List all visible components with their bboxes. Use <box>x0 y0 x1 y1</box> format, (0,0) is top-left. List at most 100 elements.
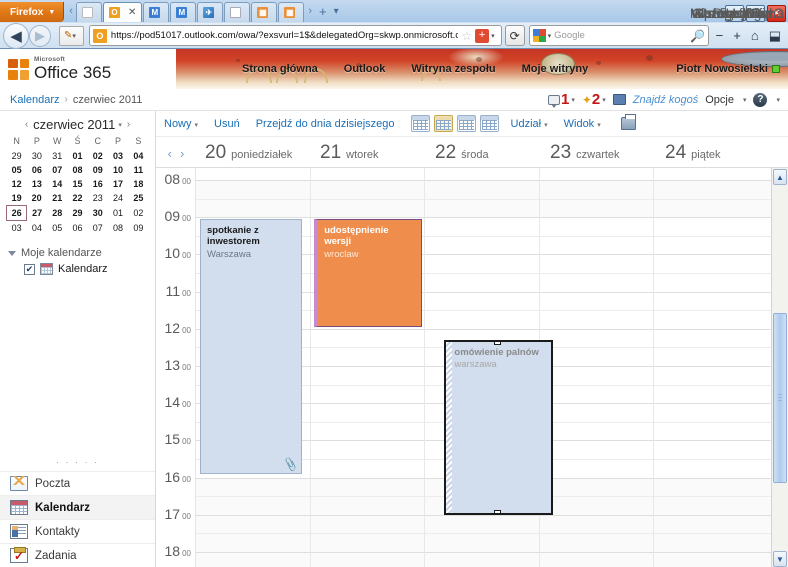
mini-calendar-day[interactable]: 02 <box>88 149 108 163</box>
calendar-appointment[interactable]: spotkanie z inwestorem Warszawa 📎 <box>200 219 303 474</box>
mini-calendar-day[interactable]: 25 <box>128 191 148 206</box>
banner-link-my-sites[interactable]: Moje witryny <box>522 63 589 75</box>
resize-handle-top[interactable] <box>494 341 502 345</box>
mini-calendar-day[interactable]: 06 <box>67 221 87 236</box>
day-view-button[interactable] <box>410 115 430 132</box>
scroll-down-button[interactable]: ▼ <box>773 551 787 567</box>
url-bar[interactable]: O https://pod51017.outlook.com/owa/?exsv… <box>88 25 502 46</box>
find-someone-input[interactable]: Znajdź kogoś <box>633 94 698 106</box>
forward-button[interactable]: ▶ <box>29 24 51 47</box>
mini-calendar-day[interactable]: 23 <box>88 191 108 206</box>
chevron-down-icon[interactable]: ▾ <box>602 96 606 104</box>
scrollbar-thumb[interactable] <box>773 313 787 483</box>
mini-calendar-day[interactable]: 15 <box>67 177 87 191</box>
search-bar[interactable]: ▾ Google 🔍 <box>528 25 709 46</box>
firefox-menu-button[interactable]: Firefox ▼ <box>0 2 65 22</box>
month-view-button[interactable] <box>479 115 499 132</box>
next-period-icon[interactable]: › <box>180 146 184 161</box>
mini-calendar-day[interactable]: 29 <box>67 206 87 221</box>
view-menu[interactable]: Widok ▾ <box>564 118 601 130</box>
banner-link-outlook[interactable]: Outlook <box>344 63 386 75</box>
mini-calendar-day[interactable]: 07 <box>47 163 67 177</box>
chevron-down-icon[interactable]: ▾ <box>743 96 747 104</box>
mini-cal-next-month-icon[interactable]: › <box>122 119 135 130</box>
sidebar-item-calendar[interactable]: Kalendarz <box>0 495 155 519</box>
expand-triangle-icon[interactable] <box>8 250 16 256</box>
resize-handle-bottom[interactable] <box>494 509 502 513</box>
workweek-view-button[interactable] <box>433 115 453 132</box>
nav-resize-dots[interactable]: · · · · · <box>0 454 155 471</box>
mini-calendar-day[interactable]: 22 <box>67 191 87 206</box>
reload-button[interactable]: ⟳ <box>504 25 525 46</box>
bookmark-star-icon[interactable]: ☆ <box>461 29 472 43</box>
browser-tab[interactable]: ▦ Konfigurowa... <box>251 2 784 22</box>
downloads-button[interactable]: ⬓ <box>765 28 785 44</box>
options-menu[interactable]: Opcje <box>705 94 734 106</box>
mini-calendar-day[interactable]: 29 <box>7 149 27 163</box>
mini-calendar-day[interactable]: 28 <box>47 206 67 221</box>
delete-button[interactable]: Usuń <box>214 118 240 130</box>
search-icon[interactable]: 🔍 <box>690 29 705 43</box>
mini-calendar-day[interactable]: 14 <box>47 177 67 191</box>
mini-calendar-day[interactable]: 31 <box>47 149 67 163</box>
chevron-down-icon[interactable]: ▾ <box>548 32 552 40</box>
mini-calendar-day[interactable]: 19 <box>7 191 27 206</box>
mini-calendar-day[interactable]: 01 <box>67 149 87 163</box>
sidebar-item-tasks[interactable]: Zadania <box>0 543 155 567</box>
mini-calendar-day[interactable]: 16 <box>88 177 108 191</box>
mini-calendar-day[interactable]: 27 <box>27 206 47 221</box>
mini-calendar-day[interactable]: 07 <box>88 221 108 236</box>
mini-calendar-day[interactable]: 08 <box>108 221 128 236</box>
sidebar-item-contacts[interactable]: Kontakty <box>0 519 155 543</box>
home-button[interactable]: ⌂ <box>747 28 763 43</box>
chevron-down-icon[interactable]: ▾ <box>491 32 495 40</box>
browser-tab[interactable]: ✈ Microsoft Onl... <box>197 2 784 22</box>
help-icon[interactable]: ? <box>753 92 768 107</box>
new-tab-button[interactable]: + <box>315 4 331 19</box>
calendar-group-my-calendars[interactable]: Moje kalendarze <box>8 247 155 259</box>
notifications-button[interactable]: ✦ 2 ▾ <box>582 91 606 108</box>
mini-calendar-day[interactable]: 10 <box>108 163 128 177</box>
user-name-menu[interactable]: Piotr Nowosielski <box>676 63 780 75</box>
calendar-appointment[interactable]: omówienie palnów warszawa <box>444 339 553 515</box>
browser-tab[interactable]: ▤ Strona główna <box>224 2 784 22</box>
mini-calendar-day[interactable]: 24 <box>108 191 128 206</box>
mini-calendar-day[interactable]: 21 <box>47 191 67 206</box>
mini-calendar-day[interactable]: 13 <box>27 177 47 191</box>
mini-calendar-day[interactable]: 04 <box>27 221 47 236</box>
tab-scroll-right-icon[interactable]: › <box>305 5 315 17</box>
calendar-grid[interactable]: spotkanie z inwestorem Warszawa 📎 udostępni… <box>196 168 771 567</box>
mini-calendar-day[interactable]: 08 <box>67 163 87 177</box>
day-column-header[interactable]: 21 wtorek <box>311 142 426 167</box>
mini-calendar-day[interactable]: 04 <box>128 149 148 163</box>
mini-calendar-day[interactable]: 11 <box>128 163 148 177</box>
go-to-today-button[interactable]: Przejdź do dnia dzisiejszego <box>256 118 395 130</box>
mini-calendar-day[interactable]: 09 <box>128 221 148 236</box>
mini-calendar-day[interactable]: 12 <box>7 177 27 191</box>
day-column-header[interactable]: 23 czwartek <box>541 142 656 167</box>
browser-tab[interactable]: M Gazeta.pl - p... <box>75 2 784 22</box>
zoom-in-button[interactable]: + <box>729 28 745 43</box>
chevron-down-icon[interactable]: ▾ <box>776 96 780 104</box>
mini-calendar-day[interactable]: 26 <box>5 205 28 221</box>
print-icon[interactable] <box>620 114 636 130</box>
vertical-scrollbar[interactable]: ▲ ▼ <box>771 168 788 567</box>
day-column-header[interactable]: 22 środa <box>426 142 541 167</box>
browser-tab[interactable]: O Piotr Now... ✕ <box>102 2 784 22</box>
scroll-up-button[interactable]: ▲ <box>773 169 787 185</box>
address-book-icon[interactable] <box>612 94 626 105</box>
prev-period-icon[interactable]: ‹ <box>168 146 172 161</box>
zoom-out-button[interactable]: − <box>712 28 728 43</box>
mini-calendar-day[interactable]: 30 <box>27 149 47 163</box>
mini-calendar-day[interactable]: 06 <box>27 163 47 177</box>
back-button[interactable]: ◀ <box>3 22 29 49</box>
add-to-toolbar-icon[interactable]: + <box>475 28 490 43</box>
calendar-list-item-kalendarz[interactable]: ✔ Kalendarz <box>24 263 155 275</box>
banner-link-team-site[interactable]: Witryna zespołu <box>411 63 495 75</box>
instant-message-button[interactable]: 1 ▾ <box>548 91 575 108</box>
tab-list-dropdown-icon[interactable]: ▾ <box>331 6 342 17</box>
mini-calendar-day[interactable]: 03 <box>7 221 27 236</box>
week-view-button[interactable] <box>456 115 476 132</box>
sidebar-item-mail[interactable]: Poczta <box>0 471 155 495</box>
mini-calendar-day[interactable]: 20 <box>27 191 47 206</box>
